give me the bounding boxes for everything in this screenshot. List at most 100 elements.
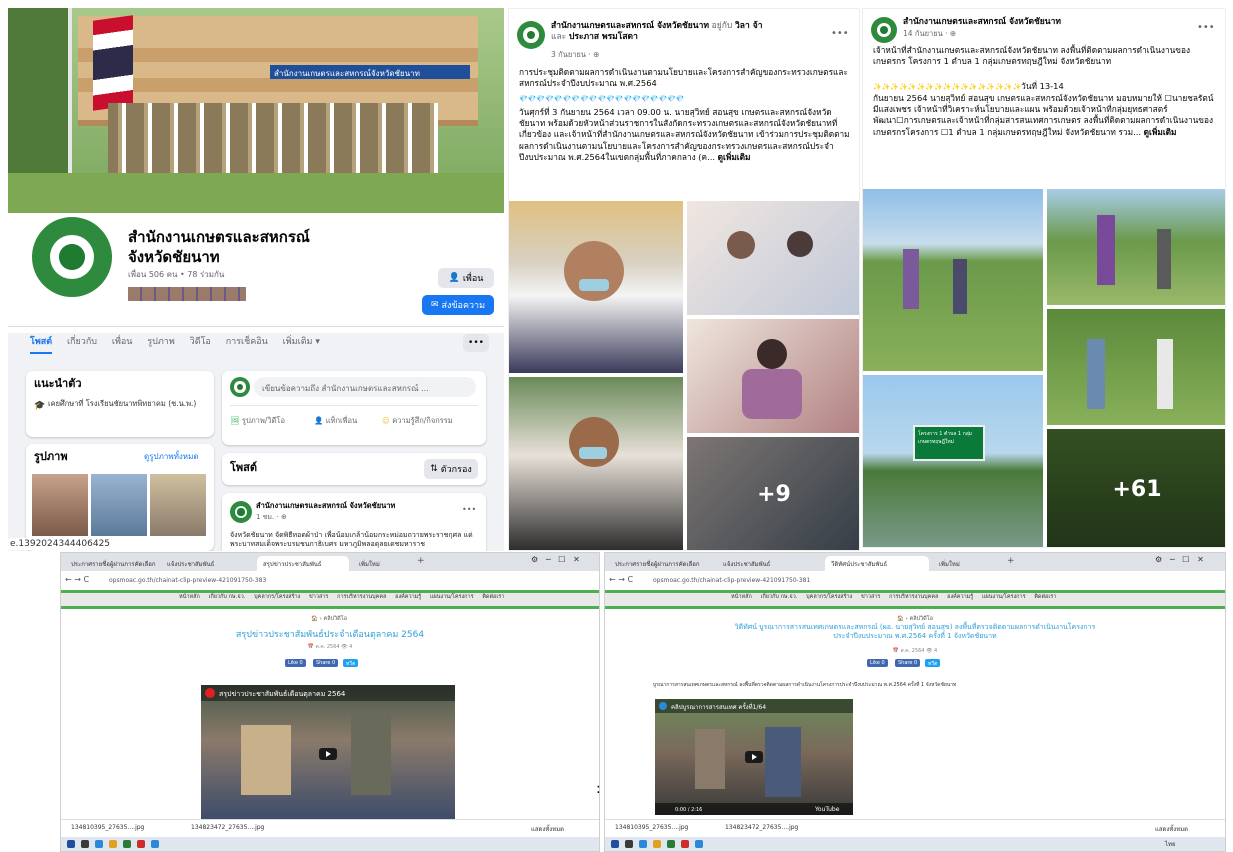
- site-nav-contact[interactable]: ติดต่อเรา: [482, 594, 504, 600]
- composer-input[interactable]: เขียนข้อความถึง สำนักงานเกษตรและสหกรณ์ .…: [254, 377, 476, 397]
- post-right-photo-3[interactable]: โครงการ 1 ตำบล 1 กลุ่มเกษตรทฤษฎีใหม่: [863, 375, 1043, 547]
- taskbar-app-1[interactable]: [81, 840, 89, 848]
- address-bar-right[interactable]: opsmoac.go.th/chainat-clip-preview-42109…: [645, 575, 1197, 589]
- site-nav-home-right[interactable]: หน้าหลัก: [731, 594, 752, 600]
- tab-checkins[interactable]: การเช็คอิน: [226, 337, 268, 347]
- site-nav-news-right[interactable]: ข่าวสาร: [861, 594, 880, 600]
- breadcrumb[interactable]: 🏠 › คลิปวิดีโอ: [311, 615, 347, 623]
- post-right-photo-1[interactable]: [863, 189, 1043, 371]
- reload-icon[interactable]: C: [84, 575, 90, 584]
- tab-videos[interactable]: วิดีโอ: [190, 337, 211, 347]
- site-nav-knowledge-right[interactable]: องค์ความรู้: [947, 594, 973, 600]
- tab-about[interactable]: เกี่ยวกับ: [67, 337, 97, 347]
- post-middle-photo-4[interactable]: [509, 377, 683, 550]
- download-item-1-right[interactable]: 134810395_27635....jpg: [615, 824, 688, 834]
- post-right-time[interactable]: 14 กันยายน · ⊕: [903, 29, 956, 39]
- site-nav-staff-right[interactable]: บุคลากร/โครงสร้าง: [806, 594, 852, 600]
- message-button[interactable]: ✉ ส่งข้อความ: [422, 295, 494, 315]
- browser-tab-3[interactable]: สรุปข่าวประชาสัมพันธ์: [257, 556, 349, 571]
- post-right-photo-4[interactable]: [1047, 309, 1225, 425]
- post-avatar[interactable]: [230, 501, 252, 523]
- site-nav-hr-right[interactable]: การบริหารงานบุคคล: [889, 594, 938, 600]
- forward-icon-right[interactable]: →: [618, 575, 625, 584]
- browser-tab-1-right[interactable]: ประกาศรายชื่อผู้ผ่านการคัดเลือก: [609, 556, 713, 571]
- site-nav-news[interactable]: ข่าวสาร: [309, 594, 328, 600]
- video-player[interactable]: สรุปข่าวประชาสัมพันธ์เดือนตุลาคม 2564: [201, 685, 455, 823]
- taskbar-app-1-right[interactable]: [625, 840, 633, 848]
- post-right-more-button[interactable]: •••: [1197, 21, 1215, 35]
- reload-icon-right[interactable]: C: [628, 575, 634, 584]
- taskbar-app-6-right[interactable]: [695, 840, 703, 848]
- site-nav-hr[interactable]: การบริหารงานบุคคล: [337, 594, 386, 600]
- post-right-photo-2[interactable]: [1047, 189, 1225, 305]
- taskbar-app-3[interactable]: [109, 840, 117, 848]
- tagged-person-2[interactable]: ประภาส พรมโสดา: [569, 32, 638, 42]
- taskbar-app-3-right[interactable]: [653, 840, 661, 848]
- post-right-author[interactable]: สำนักงานเกษตรและสหกรณ์ จังหวัดชัยนาท: [903, 17, 1061, 28]
- show-all-downloads[interactable]: แสดงทั้งหมด: [531, 824, 564, 834]
- back-icon-right[interactable]: ←: [609, 575, 616, 584]
- minimize-button[interactable]: ─: [546, 555, 551, 564]
- post-middle-avatar[interactable]: [517, 21, 545, 49]
- show-all-downloads-right[interactable]: แสดงทั้งหมด: [1155, 824, 1188, 834]
- profile-stats[interactable]: เพื่อน 506 คน • 78 ร่วมกัน: [128, 270, 224, 281]
- like-button[interactable]: Like 0: [285, 659, 306, 667]
- taskbar-app-5[interactable]: [137, 840, 145, 848]
- close-button[interactable]: ✕: [573, 555, 580, 564]
- like-button-right[interactable]: Like 0: [867, 659, 888, 667]
- post-middle-more-button[interactable]: •••: [831, 27, 849, 41]
- feeling-action[interactable]: ☺ ความรู้สึก/กิจกรรม: [382, 415, 453, 427]
- youtube-logo[interactable]: YouTube: [815, 806, 839, 813]
- site-nav-plans-right[interactable]: แผนงาน/โครงการ: [982, 594, 1026, 600]
- site-nav-home[interactable]: หน้าหลัก: [179, 594, 200, 600]
- site-nav-contact-right[interactable]: ติดต่อเรา: [1034, 594, 1056, 600]
- browser-tab-3-right[interactable]: วีดิทัศน์ประชาสัมพันธ์: [825, 556, 929, 571]
- post-middle-photo-1[interactable]: [509, 201, 683, 373]
- post-more-button[interactable]: •••: [462, 505, 476, 516]
- forward-icon[interactable]: →: [74, 575, 81, 584]
- taskbar-app-5-right[interactable]: [681, 840, 689, 848]
- settings-icon-right[interactable]: ⚙: [1155, 555, 1162, 564]
- settings-icon[interactable]: ⚙: [531, 555, 538, 564]
- taskbar-app-6[interactable]: [151, 840, 159, 848]
- breadcrumb-right[interactable]: 🏠 › คลิปวิดีโอ: [897, 615, 933, 623]
- address-bar[interactable]: opsmoac.go.th/chainat-clip-preview-42109…: [101, 575, 571, 589]
- share-button-right[interactable]: Share 0: [895, 659, 921, 667]
- minimize-button-right[interactable]: ─: [1170, 555, 1175, 564]
- taskbar-app-2[interactable]: [95, 840, 103, 848]
- back-icon[interactable]: ←: [65, 575, 72, 584]
- post-middle-time[interactable]: 3 กันยายน · ⊕: [551, 50, 599, 60]
- more-photos-overlay-right[interactable]: +61: [1047, 429, 1225, 547]
- site-nav-about[interactable]: เกี่ยวกับ กษ.จว.: [209, 594, 246, 600]
- friend-button[interactable]: 👤 เพื่อน: [438, 268, 494, 288]
- video-title-right[interactable]: คลิปบูรณาการสารสนเทศ ครั้งที่1/64: [671, 702, 766, 712]
- download-item-2-right[interactable]: 134823472_27635....jpg: [725, 824, 798, 834]
- post-right-avatar[interactable]: [871, 17, 897, 43]
- tag-friends-action[interactable]: 👤 แท็กเพื่อน: [314, 415, 357, 427]
- maximize-button-right[interactable]: ☐: [1182, 555, 1189, 564]
- profile-avatar[interactable]: [30, 215, 114, 299]
- tray-language[interactable]: ไทย: [1165, 839, 1176, 849]
- mutual-friends-avatars[interactable]: [128, 287, 246, 301]
- tagged-person-1[interactable]: วิลา จ้า: [735, 21, 762, 31]
- profile-more-button[interactable]: •••: [463, 334, 489, 352]
- site-nav-knowledge[interactable]: องค์ความรู้: [395, 594, 421, 600]
- post-middle-author[interactable]: สำนักงานเกษตรและสหกรณ์ จังหวัดชัยนาท: [551, 21, 709, 31]
- video-player-right[interactable]: คลิปบูรณาการสารสนเทศ ครั้งที่1/64 0:00 /…: [655, 699, 853, 815]
- play-button-right[interactable]: [745, 751, 763, 763]
- browser-tab-2-right[interactable]: แจ้งประชาสัมพันธ์: [717, 556, 821, 571]
- tab-more[interactable]: เพิ่มเติม ▾: [283, 337, 320, 347]
- tab-posts[interactable]: โพสต์: [30, 337, 53, 354]
- download-item-2[interactable]: 134823472_27635....jpg: [191, 824, 264, 834]
- taskbar-app-4-right[interactable]: [667, 840, 675, 848]
- post-author[interactable]: สำนักงานเกษตรและสหกรณ์ จังหวัดชัยนาท: [256, 501, 395, 511]
- download-item-1[interactable]: 134810395_27635....jpg: [71, 824, 144, 834]
- browser-tab-4-right[interactable]: เพิ่มใหม่: [933, 556, 1003, 571]
- more-photos-overlay[interactable]: +9: [687, 437, 859, 550]
- maximize-button[interactable]: ☐: [558, 555, 565, 564]
- site-nav-plans[interactable]: แผนงาน/โครงการ: [430, 594, 474, 600]
- filter-button[interactable]: ⇅ ตัวกรอง: [424, 459, 478, 479]
- photo-thumb-1[interactable]: [32, 474, 88, 536]
- tab-photos[interactable]: รูปภาพ: [147, 337, 174, 347]
- taskbar-app-2-right[interactable]: [639, 840, 647, 848]
